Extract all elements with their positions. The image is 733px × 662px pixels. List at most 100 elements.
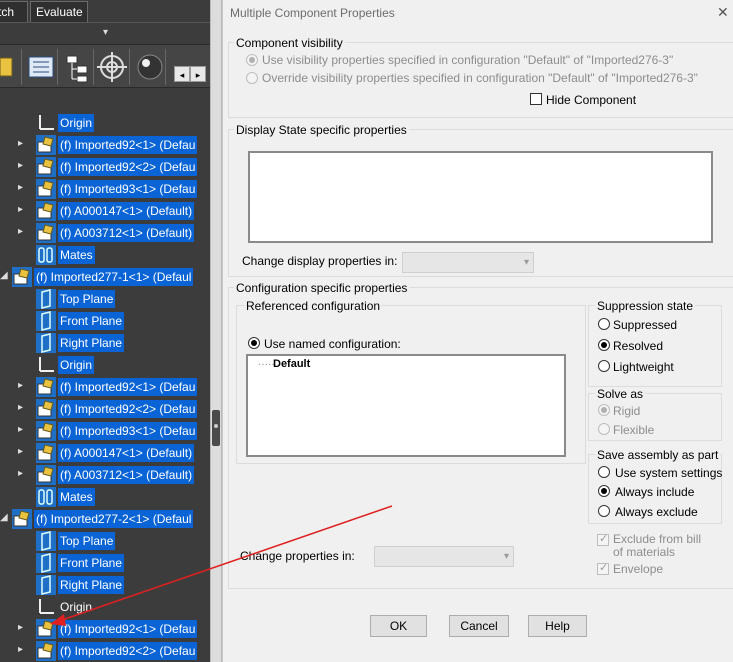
tree-row[interactable]: Origin [0,354,200,376]
tree-row-label: (f) A000147<1> (Default) [58,202,195,220]
tree-row[interactable]: Top Plane [0,530,200,552]
tree-row[interactable]: ▸ (f) Imported92<2> (Defau [0,398,200,420]
tree-row[interactable]: ▸ (f) A003712<1> (Default) [0,222,200,244]
expand-arrow-icon[interactable]: ▸ [18,160,28,172]
tree-row[interactable]: ◢ (f) Imported277-2<1> (Defaul [0,508,200,530]
tree-row[interactable]: Right Plane [0,574,200,596]
help-button[interactable]: Help [528,615,587,637]
suppressed-radio[interactable] [598,318,610,330]
tree-row[interactable]: ▸ (f) Imported93<1> (Defau [0,178,200,200]
resolved-radio[interactable] [598,339,610,351]
expand-arrow-icon[interactable]: ▸ [18,468,28,480]
rigid-radio[interactable] [598,404,610,416]
tree-row[interactable]: ▸ (f) Imported92<2> (Defau [0,640,200,662]
chevron-down-icon[interactable]: ▾ [103,28,111,38]
resolved-label: Resolved [613,339,664,353]
use-system-settings-radio[interactable] [598,466,610,478]
tree-row[interactable]: Front Plane [0,552,200,574]
origin-icon [36,597,56,617]
chevron-down-icon: ▾ [503,551,509,562]
tree-row-label: (f) Imported92<2> (Defau [58,642,198,660]
part-icon [36,421,56,441]
display-manager-icon[interactable] [130,49,166,85]
collapse-arrow-icon[interactable]: ◢ [0,270,10,282]
dimxpert-icon[interactable] [94,49,130,85]
tab-evaluate[interactable]: Evaluate [30,1,88,22]
property-manager-icon[interactable] [22,49,58,85]
expand-arrow-icon[interactable]: ▸ [18,622,28,634]
tree-row[interactable]: Origin [0,596,200,618]
panel-collapse-bar[interactable]: ▾ [0,22,210,44]
panel-splitter[interactable] [210,0,222,662]
tree-row[interactable]: Front Plane [0,310,200,332]
exclude-bom-checkbox[interactable] [597,532,609,546]
collapse-arrow-icon[interactable]: ◢ [0,512,10,524]
expand-arrow-icon[interactable]: ▸ [18,446,28,458]
tree-row[interactable]: ◢ (f) Imported277-1<1> (Defaul [0,266,200,288]
mates-icon [36,245,56,265]
lightweight-radio[interactable] [598,360,610,372]
scroll-left-icon[interactable]: ◂ [174,66,190,82]
cancel-button[interactable]: Cancel [449,615,509,637]
override-visibility-radio[interactable] [246,72,258,84]
tree-row[interactable]: ▸ (f) Imported92<1> (Defau [0,134,200,156]
use-visibility-radio[interactable] [246,54,258,66]
tree-row[interactable]: ▸ (f) Imported93<1> (Defau [0,420,200,442]
hide-component-label: Hide Component [546,93,637,107]
always-include-radio[interactable] [598,485,610,497]
multiple-component-properties-dialog: Multiple Component Properties ✕ Componen… [222,0,733,662]
list-item[interactable]: Default [273,358,310,370]
close-icon[interactable]: ✕ [717,5,729,19]
tree-row-label: Right Plane [58,576,125,594]
part-icon [36,223,56,243]
tree-scrollbar[interactable] [200,110,210,662]
tree-row[interactable]: ▸ (f) A000147<1> (Default) [0,442,200,464]
display-state-list[interactable] [248,151,713,243]
expand-arrow-icon[interactable]: ▸ [18,380,28,392]
scroll-right-icon[interactable]: ▸ [190,66,206,82]
tree-row[interactable]: ▸ (f) Imported92<2> (Defau [0,156,200,178]
part-icon [36,619,56,639]
tree-row-label: Origin [60,600,93,614]
tree-row-label: (f) A003712<1> (Default) [58,224,195,242]
flexible-radio[interactable] [598,423,610,435]
tree-row[interactable]: Right Plane [0,332,200,354]
tree-row[interactable]: ▸ (f) A003712<1> (Default) [0,464,200,486]
expand-arrow-icon[interactable]: ▸ [18,204,28,216]
tree-row[interactable]: ▸ (f) Imported92<1> (Defau [0,376,200,398]
configuration-manager-icon[interactable] [58,49,94,85]
expand-arrow-icon[interactable]: ▸ [18,424,28,436]
expand-arrow-icon[interactable]: ▸ [18,226,28,238]
always-exclude-radio[interactable] [598,505,610,517]
plane-icon [36,531,56,551]
configuration-list[interactable]: ····· Default [246,354,566,457]
hide-component-checkbox[interactable] [530,93,542,105]
tab-sketch[interactable]: tch [0,1,28,22]
part-icon [36,179,56,199]
change-display-combo[interactable]: ▾ [402,252,534,273]
tree-row[interactable]: Top Plane [0,288,200,310]
tree-row[interactable]: Origin [0,112,200,134]
tree-row-label: Origin [58,114,95,132]
dialog-title: Multiple Component Properties [230,6,395,20]
splitter-grip[interactable] [212,410,220,446]
tree-row[interactable]: Mates [0,486,200,508]
expand-arrow-icon[interactable]: ▸ [18,138,28,150]
tree-row[interactable]: ▸ (f) Imported92<1> (Defau [0,618,200,640]
tree-row-label: (f) Imported277-2<1> (Defaul [34,510,194,528]
expand-arrow-icon[interactable]: ▸ [18,644,28,656]
expand-arrow-icon[interactable]: ▸ [18,402,28,414]
change-properties-combo[interactable]: ▾ [374,546,514,567]
tree-row[interactable]: Mates [0,244,200,266]
use-named-config-radio[interactable] [248,337,260,349]
flexible-label: Flexible [613,423,655,437]
part-icon[interactable] [0,49,22,85]
ok-button[interactable]: OK [370,615,427,637]
tree-row[interactable]: ▸ (f) A000147<1> (Default) [0,200,200,222]
expand-arrow-icon[interactable]: ▸ [18,182,28,194]
visibility-group-title: Component visibility [234,36,345,50]
envelope-checkbox[interactable] [597,561,609,575]
command-manager-tabs: tch Evaluate [0,0,210,22]
plane-icon [36,289,56,309]
tree-row-label: Mates [58,246,95,264]
